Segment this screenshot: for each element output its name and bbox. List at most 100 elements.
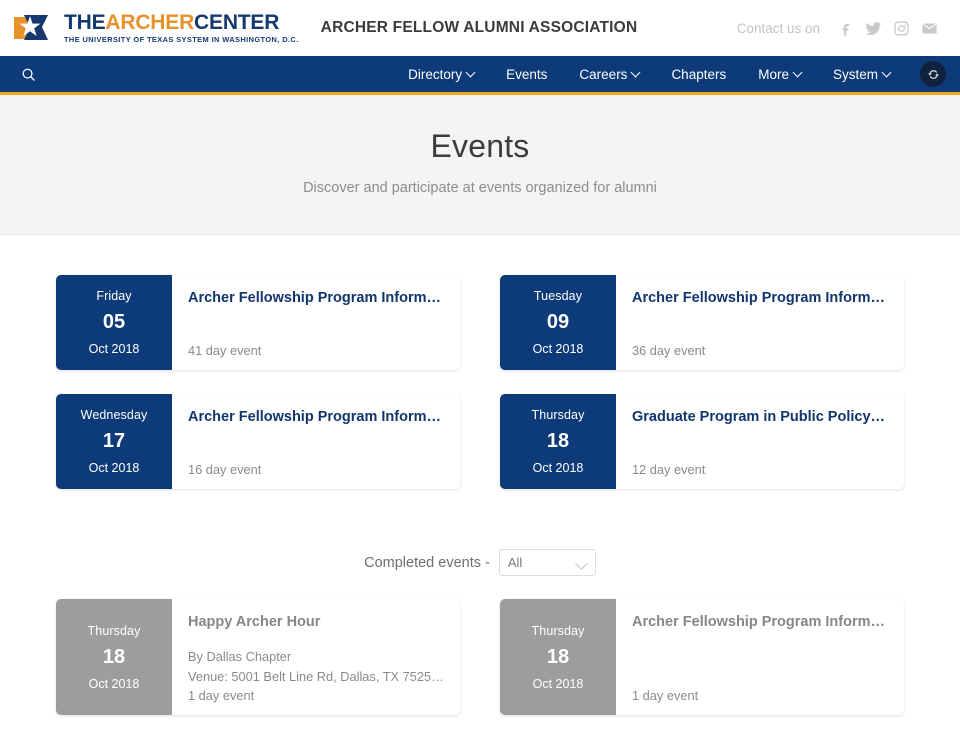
chevron-down-icon — [574, 557, 588, 570]
filter-selected-value: All — [507, 555, 523, 570]
refresh-icon[interactable] — [920, 61, 946, 87]
contact-us-label: Contact us on — [736, 20, 820, 36]
event-spacer — [632, 428, 888, 462]
search-icon[interactable] — [14, 60, 42, 88]
email-glyph — [922, 22, 937, 33]
chevron-down-icon — [883, 69, 890, 76]
event-month-year: Oct 2018 — [88, 342, 140, 356]
twitter-glyph — [865, 21, 882, 35]
logo-word-center: CENTER — [194, 11, 280, 35]
logo-tagline: THE UNIVERSITY OF TEXAS SYSTEM IN WASHIN… — [64, 35, 299, 45]
event-month-year: Oct 2018 — [88, 676, 140, 691]
page-content: Friday 05 Oct 2018 Archer Fellowship Pro… — [0, 275, 960, 739]
twitter-icon[interactable] — [865, 20, 882, 37]
page-subtitle: Discover and participate at events organ… — [303, 180, 657, 196]
event-title[interactable]: Happy Archer Hour — [188, 613, 444, 633]
facebook-glyph — [842, 23, 849, 36]
logo-word-the: THE — [64, 11, 106, 35]
event-title[interactable]: Graduate Program in Public Policy I... — [632, 408, 888, 428]
email-icon[interactable] — [921, 20, 938, 37]
event-duration: 1 day event — [632, 688, 699, 703]
event-title[interactable]: Archer Fellowship Program Informa... — [632, 289, 888, 309]
completed-events-filter-select[interactable]: All — [498, 549, 596, 576]
event-body: Archer Fellowship Program Informa... 36 … — [616, 275, 904, 370]
site-header: THEARCHERCENTER THE UNIVERSITY OF TEXAS … — [0, 0, 960, 56]
nav-item-directory[interactable]: Directory — [392, 67, 490, 82]
search-glyph — [22, 68, 35, 81]
completed-events-label: Completed events - — [364, 554, 490, 571]
event-card[interactable]: Friday 05 Oct 2018 Archer Fellowship Pro… — [56, 275, 460, 370]
nav-items: Directory Events Careers Chapters More S… — [392, 61, 946, 87]
logo-wordmark: THEARCHERCENTER — [64, 12, 299, 33]
event-day: 17 — [102, 430, 126, 452]
event-title[interactable]: Archer Fellowship Program Informa... — [188, 408, 444, 428]
event-day: 18 — [102, 645, 126, 668]
event-body: Graduate Program in Public Policy I... 1… — [616, 394, 904, 489]
nav-item-label: More — [758, 66, 789, 82]
event-card[interactable]: Thursday 18 Oct 2018 Archer Fellowship P… — [500, 599, 904, 715]
event-title[interactable]: Archer Fellowship Program Informa... — [632, 613, 888, 633]
event-date-block: Wednesday 17 Oct 2018 — [56, 394, 172, 489]
nav-item-events[interactable]: Events — [490, 67, 563, 82]
event-duration: 12 day event — [632, 462, 706, 477]
event-weekday: Thursday — [87, 623, 141, 638]
refresh-glyph — [927, 69, 939, 79]
event-card[interactable]: Tuesday 09 Oct 2018 Archer Fellowship Pr… — [500, 275, 904, 370]
chevron-down-icon — [467, 69, 474, 76]
nav-item-chapters[interactable]: Chapters — [655, 67, 742, 82]
event-month-year: Oct 2018 — [532, 342, 584, 356]
completed-events-filter-bar: Completed events - All — [56, 549, 904, 576]
event-weekday: Friday — [96, 289, 132, 303]
event-day: 18 — [546, 645, 570, 668]
event-spacer — [188, 309, 444, 343]
event-title[interactable]: Archer Fellowship Program Informa... — [188, 289, 444, 309]
event-spacer — [188, 428, 444, 462]
nav-item-label: Chapters — [671, 66, 727, 82]
chevron-down-icon — [794, 69, 801, 76]
event-duration: 36 day event — [632, 343, 706, 358]
event-body: Archer Fellowship Program Informa... 1 d… — [616, 599, 904, 715]
event-grid-cell: Thursday 18 Oct 2018 Graduate Program in… — [480, 394, 904, 513]
event-date-block: Thursday 18 Oct 2018 — [56, 599, 172, 715]
facebook-icon[interactable] — [837, 20, 854, 37]
event-month-year: Oct 2018 — [532, 461, 584, 475]
upcoming-events-grid: Friday 05 Oct 2018 Archer Fellowship Pro… — [56, 275, 904, 513]
event-day: 09 — [546, 311, 570, 333]
event-spacer — [188, 633, 444, 647]
contact-social-group: Contact us on — [737, 20, 938, 37]
event-venue: Venue: 5001 Belt Line Rd, Dallas, TX 752… — [188, 669, 444, 685]
event-date-block: Thursday 18 Oct 2018 — [500, 394, 616, 489]
event-month-year: Oct 2018 — [88, 461, 140, 475]
event-spacer — [632, 633, 888, 688]
event-date-block: Friday 05 Oct 2018 — [56, 275, 172, 370]
event-grid-cell: Thursday 18 Oct 2018 Happy Archer Hour B… — [56, 599, 480, 739]
logo[interactable]: THEARCHERCENTER THE UNIVERSITY OF TEXAS … — [14, 12, 299, 45]
nav-item-system[interactable]: System — [817, 67, 906, 82]
event-duration: 41 day event — [188, 343, 262, 358]
event-month-year: Oct 2018 — [532, 676, 584, 691]
event-body: Happy Archer Hour By Dallas Chapter Venu… — [172, 599, 460, 715]
chevron-down-icon — [632, 69, 639, 76]
event-date-block: Tuesday 09 Oct 2018 — [500, 275, 616, 370]
logo-word-archer: ARCHER — [105, 11, 195, 35]
nav-item-careers[interactable]: Careers — [563, 67, 655, 82]
event-date-block: Thursday 18 Oct 2018 — [500, 599, 616, 715]
event-day: 18 — [546, 430, 570, 452]
event-card[interactable]: Thursday 18 Oct 2018 Graduate Program in… — [500, 394, 904, 489]
nav-item-label: System — [832, 66, 878, 82]
nav-item-label: Directory — [408, 66, 463, 82]
event-day: 05 — [102, 311, 126, 333]
page-hero: Events Discover and participate at event… — [0, 95, 960, 235]
page-title: Events — [430, 128, 530, 164]
event-weekday: Tuesday — [533, 289, 583, 303]
archer-star-logo-icon — [14, 15, 48, 40]
event-grid-cell: Tuesday 09 Oct 2018 Archer Fellowship Pr… — [480, 275, 904, 394]
event-grid-cell: Wednesday 17 Oct 2018 Archer Fellowship … — [56, 394, 480, 513]
event-card[interactable]: Thursday 18 Oct 2018 Happy Archer Hour B… — [56, 599, 460, 715]
event-card[interactable]: Wednesday 17 Oct 2018 Archer Fellowship … — [56, 394, 460, 489]
event-weekday: Thursday — [531, 408, 585, 422]
event-grid-cell: Thursday 18 Oct 2018 Archer Fellowship P… — [480, 599, 904, 739]
nav-item-more[interactable]: More — [742, 67, 817, 82]
instagram-icon[interactable] — [893, 20, 910, 37]
event-organizer: By Dallas Chapter — [188, 648, 292, 664]
